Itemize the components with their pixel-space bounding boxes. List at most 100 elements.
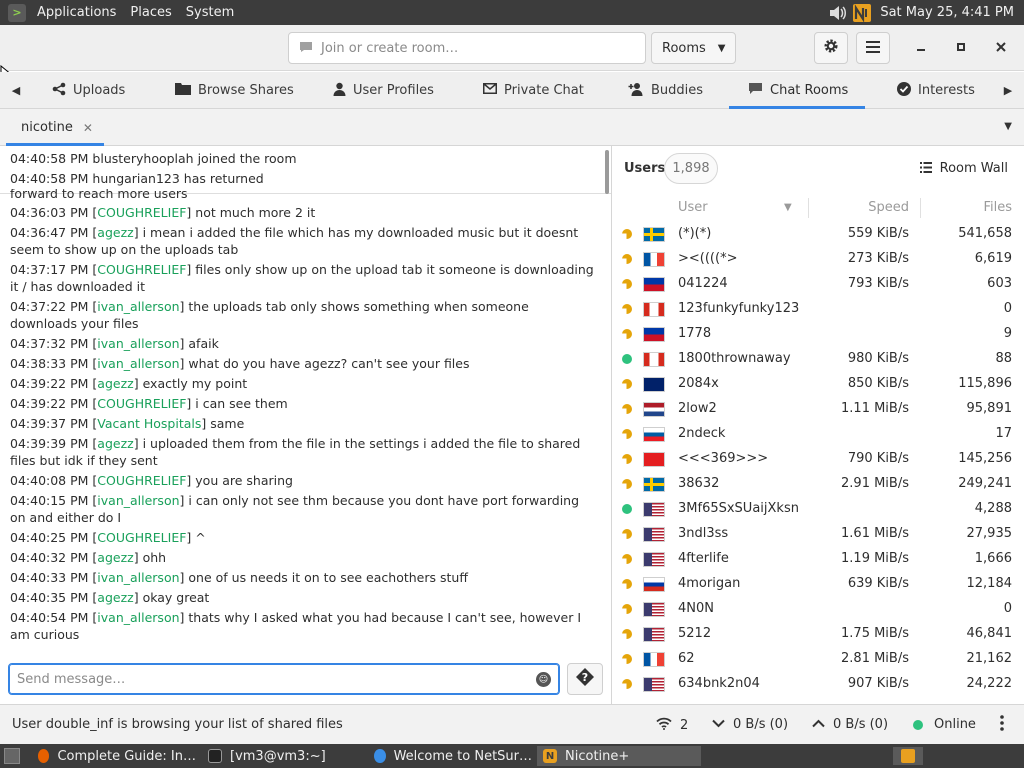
user-list: (*)(*) 559 KiB/s 541,658 ><((((*> 273 KiB/s 6…: [612, 222, 1024, 697]
user-row[interactable]: 1800thrownaway 980 KiB/s 88: [612, 347, 1024, 372]
send-message-input[interactable]: Send message… ☺: [8, 663, 560, 695]
upload-speed-indicator[interactable]: 0 B/s (0): [812, 717, 888, 732]
task-netsurf-label: Welcome to NetSur…: [393, 748, 532, 764]
task-nicotine-label: Nicotine+: [565, 748, 630, 764]
settings-button[interactable]: [814, 32, 848, 64]
user-row[interactable]: 4N0N 0: [612, 597, 1024, 622]
task-nicotine[interactable]: N Nicotine+: [537, 746, 701, 766]
user-row[interactable]: <<<369>>> 790 KiB/s 145,256: [612, 447, 1024, 472]
tab-user-profiles[interactable]: User Profiles: [333, 72, 434, 109]
tab-interests[interactable]: Interests: [897, 72, 975, 109]
sort-chevron-down-icon[interactable]: ▼: [784, 202, 792, 213]
user-row[interactable]: 2084x 850 KiB/s 115,896: [612, 372, 1024, 397]
message-username[interactable]: ivan_allerson: [97, 299, 179, 314]
tab-private-chat[interactable]: Private Chat: [483, 72, 584, 109]
main-menu-button[interactable]: [856, 32, 890, 64]
column-speed[interactable]: Speed: [868, 200, 909, 215]
close-button[interactable]: [988, 35, 1014, 61]
show-desktop-icon[interactable]: [4, 748, 20, 764]
gear-icon: [823, 38, 839, 58]
workspace-switcher[interactable]: [893, 747, 923, 765]
tabs-scroll-right-icon[interactable]: ▶: [999, 72, 1017, 109]
user-row[interactable]: 2ndeck 17: [612, 422, 1024, 447]
tab-chat-rooms[interactable]: Chat Rooms: [729, 72, 865, 109]
user-row[interactable]: 4fterlife 1.19 MiB/s 1,666: [612, 547, 1024, 572]
rooms-dropdown-button[interactable]: Rooms ▼: [651, 32, 736, 64]
away-status-icon: [622, 529, 632, 539]
user-row[interactable]: 4morigan 639 KiB/s 12,184: [612, 572, 1024, 597]
task-terminal[interactable]: [vm3@vm3:~]: [202, 746, 362, 766]
clock[interactable]: Sat May 25, 4:41 PM: [874, 5, 1024, 20]
tab-uploads[interactable]: Uploads: [52, 72, 125, 109]
nicotine-tray-icon[interactable]: [852, 3, 872, 23]
message-username[interactable]: agezz: [97, 436, 133, 451]
user-row[interactable]: 2low2 1.11 MiB/s 95,891: [612, 397, 1024, 422]
message-username[interactable]: ivan_allerson: [97, 356, 179, 371]
maximize-button[interactable]: [948, 35, 974, 61]
message-username[interactable]: COUGHRELIEF: [97, 262, 186, 277]
message-text: i can only not see thm because you dont …: [10, 493, 580, 525]
download-speed-indicator[interactable]: 0 B/s (0): [712, 717, 788, 732]
task-firefox[interactable]: Complete Guide: In…: [32, 746, 196, 766]
message-text: afaik: [188, 336, 219, 351]
emoji-icon[interactable]: ☺: [536, 672, 551, 687]
column-user[interactable]: User: [678, 200, 708, 215]
message-username[interactable]: agezz: [97, 590, 133, 605]
user-name: 634bnk2n04: [678, 676, 760, 691]
chat-help-button[interactable]: ?: [567, 663, 603, 695]
message-username[interactable]: Vacant Hospitals: [97, 416, 201, 431]
column-files[interactable]: Files: [983, 200, 1012, 215]
flag-ph-icon: [643, 327, 665, 342]
user-row[interactable]: ><((((*> 273 KiB/s 6,619: [612, 247, 1024, 272]
message-username[interactable]: agezz: [97, 376, 133, 391]
message-username[interactable]: agezz: [97, 550, 133, 565]
message-username[interactable]: agezz: [97, 225, 133, 240]
main-tab-bar: ◀ Uploads Browse Shares User Profiles Pr…: [0, 72, 1024, 109]
close-room-icon[interactable]: ✕: [83, 121, 93, 135]
room-menu-chevron-down-icon[interactable]: ▼: [1004, 121, 1012, 132]
message-username[interactable]: COUGHRELIEF: [97, 396, 186, 411]
message-username[interactable]: COUGHRELIEF: [97, 530, 186, 545]
flag-ru-icon: [643, 577, 665, 592]
user-row[interactable]: 634bnk2n04 907 KiB/s 24,222: [612, 672, 1024, 697]
message-username[interactable]: COUGHRELIEF: [97, 205, 186, 220]
volume-icon[interactable]: [828, 3, 848, 23]
room-wall-button[interactable]: Room Wall: [919, 161, 1008, 176]
message-username[interactable]: ivan_allerson: [97, 610, 179, 625]
message-text: what do you have agezz? can't see your f…: [188, 356, 470, 371]
message-username[interactable]: ivan_allerson: [97, 493, 179, 508]
menu-system[interactable]: System: [179, 5, 241, 20]
message-text: one of us needs it on to see eachothers …: [188, 570, 468, 585]
flag-us-icon: [643, 602, 665, 617]
room-tab-nicotine[interactable]: nicotine ✕: [0, 109, 104, 146]
flag-ca-icon: [643, 352, 665, 367]
room-search-input[interactable]: Join or create room…: [288, 32, 646, 64]
user-row[interactable]: 1778 9: [612, 322, 1024, 347]
message-username[interactable]: ivan_allerson: [97, 336, 179, 351]
user-row[interactable]: 041224 793 KiB/s 603: [612, 272, 1024, 297]
user-row[interactable]: (*)(*) 559 KiB/s 541,658: [612, 222, 1024, 247]
activity-scrollbar[interactable]: [605, 150, 609, 194]
user-row[interactable]: 5212 1.75 MiB/s 46,841: [612, 622, 1024, 647]
distro-logo-icon[interactable]: >: [8, 3, 26, 22]
status-menu-button[interactable]: [1000, 715, 1004, 735]
message-username[interactable]: ivan_allerson: [97, 570, 179, 585]
tab-user-profiles-label: User Profiles: [353, 83, 434, 98]
tabs-scroll-left-icon[interactable]: ◀: [7, 72, 25, 109]
user-row[interactable]: 3Mf65SxSUaijXksn 4,288: [612, 497, 1024, 522]
tab-buddies[interactable]: Buddies: [628, 72, 703, 109]
away-status-icon: [622, 254, 632, 264]
minimize-button[interactable]: [908, 35, 934, 61]
message-username[interactable]: COUGHRELIEF: [97, 473, 186, 488]
online-status-button[interactable]: Online: [913, 717, 976, 732]
user-row[interactable]: 123funkyfunky123 0: [612, 297, 1024, 322]
tab-browse-shares[interactable]: Browse Shares: [175, 72, 294, 109]
user-row[interactable]: 3ndl3ss 1.61 MiB/s 27,935: [612, 522, 1024, 547]
user-files: 12,184: [966, 576, 1013, 591]
menu-places[interactable]: Places: [123, 5, 178, 20]
user-row[interactable]: 62 2.81 MiB/s 21,162: [612, 647, 1024, 672]
connections-indicator[interactable]: 2: [656, 717, 688, 734]
user-row[interactable]: 38632 2.91 MiB/s 249,241: [612, 472, 1024, 497]
menu-applications[interactable]: Applications: [30, 5, 123, 20]
task-netsurf[interactable]: Welcome to NetSur…: [368, 746, 532, 766]
